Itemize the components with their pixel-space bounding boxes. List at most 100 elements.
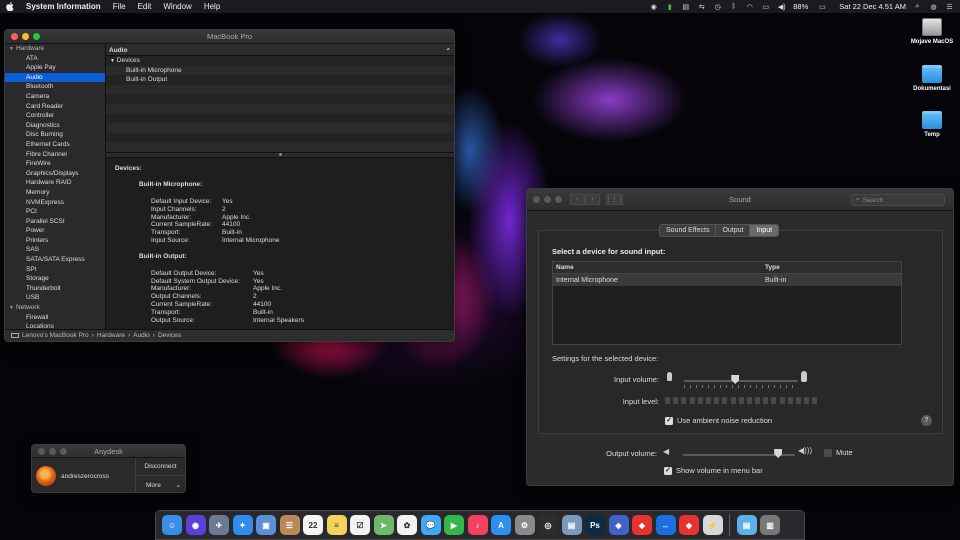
signal-icon[interactable]: ▮ [665,3,674,11]
creative-cloud-icon[interactable]: ◉ [649,3,658,11]
window-titlebar[interactable]: ‹ › ⋮⋮⋮ Sound ⌕ Search [527,189,953,211]
reminders-icon[interactable]: ☑ [350,515,370,535]
app-store-icon[interactable]: A [491,515,511,535]
notification-center-icon[interactable]: ☰ [945,3,954,11]
tab-output[interactable]: Output [716,225,751,236]
airplay-icon[interactable]: ▭ [761,3,770,11]
siri-icon[interactable]: ◉ [185,515,206,535]
sidebar-item[interactable]: Memory [5,188,105,198]
sidebar-item[interactable]: Locations [5,322,105,329]
search-field[interactable]: ⌕ Search [851,194,945,206]
desktop-drive-mojave[interactable]: Mojave MacOS [904,18,960,45]
menu-window[interactable]: Window [163,2,191,11]
menu-extra-icon[interactable]: ▤ [681,3,690,11]
sidebar-item[interactable]: FireWire [5,159,105,169]
close-button[interactable] [11,33,18,40]
photos-icon[interactable]: ✿ [397,515,417,535]
finder-icon[interactable]: ☺ [162,515,182,535]
window-titlebar[interactable]: Anydesk [32,445,185,458]
list-header[interactable]: Audio ⌃ [106,44,454,56]
disconnect-button[interactable]: Disconnect [136,458,185,476]
menu-help[interactable]: Help [204,2,220,11]
path-item[interactable]: Audio [133,332,150,339]
sidebar-item[interactable]: NVMExpress [5,198,105,208]
sidebar-item[interactable]: Controller [5,111,105,121]
user-icon[interactable]: ◍ [929,3,938,11]
minimize-button[interactable] [49,447,56,455]
launchpad-icon[interactable]: ✈ [209,515,229,535]
input-volume-knob[interactable] [731,375,740,384]
facetime-icon[interactable]: ▶ [444,515,464,535]
show-volume-checkbox[interactable]: ✓ Show volume in menu bar [664,466,763,475]
battery-icon[interactable]: ▭ [815,3,829,11]
disclosure-triangle-icon[interactable]: ▼ [110,58,115,64]
desktop-folder-temp[interactable]: Temp [904,111,960,138]
sidebar-item[interactable]: Apple Pay [5,63,105,73]
volume-icon[interactable]: ◀) [777,3,786,11]
contacts-icon[interactable]: ☰ [279,515,300,535]
close-button[interactable] [533,196,540,203]
teamviewer-icon[interactable]: ↔ [655,515,676,535]
back-arrow-icon[interactable]: ‹ [570,194,585,205]
mute-checkbox[interactable]: Mute [824,448,853,457]
menu-clock[interactable]: Sat 22 Dec 4.51 AM [839,2,906,11]
minimize-button[interactable] [22,33,29,40]
show-all-grid-icon[interactable]: ⋮⋮⋮ [606,194,624,205]
apple-menu-icon[interactable] [6,2,14,11]
app-menu[interactable]: System Information [26,2,101,11]
forward-arrow-icon[interactable]: › [585,194,600,205]
list-group-devices[interactable]: ▼ Devices [106,56,454,66]
sidebar-item[interactable]: Printers [5,236,105,246]
sidebar-section-network[interactable]: ▼ Network [5,303,105,313]
checkbox-check-icon[interactable]: ✓ [665,416,673,425]
sidebar-item[interactable]: Storage [5,274,105,284]
disclosure-triangle-icon[interactable]: ▼ [9,304,14,312]
sidebar-item[interactable]: Graphics/Displays [5,169,105,179]
sidebar-item[interactable]: PCI [5,207,105,217]
sidebar-item[interactable]: Thunderbolt [5,284,105,294]
battery-percent[interactable]: 88% [793,2,808,11]
messages-icon[interactable]: 💬 [420,515,441,535]
list-item[interactable]: Built-in Output [106,75,454,85]
table-row[interactable]: Internal Microphone Built-in [553,274,901,286]
sidebar-item[interactable]: Audio [5,72,105,83]
zoom-button[interactable] [33,33,40,40]
tab-sound-effects[interactable]: Sound Effects [660,225,717,236]
notes-icon[interactable]: ≡ [326,515,347,535]
path-item[interactable]: Lenovo's MacBook Pro [22,332,89,339]
safari-icon[interactable]: ✦ [232,515,253,535]
sidebar-item[interactable]: SPI [5,265,105,275]
network-utility-icon[interactable]: ⚡ [702,515,723,535]
checkbox-check-icon[interactable]: ✓ [664,466,672,475]
image-viewer-icon[interactable]: ▤ [561,515,582,535]
list-item[interactable]: Built-in Microphone [106,65,454,76]
sidebar-item[interactable]: Camera [5,92,105,102]
teamviewer-icon[interactable]: ⇆ [697,3,706,11]
wifi-icon[interactable]: ◠ [745,3,754,11]
checkbox-check-icon[interactable] [824,448,832,457]
input-volume-slider[interactable] [684,380,798,382]
zoom-button[interactable] [555,196,562,203]
close-button[interactable] [38,447,45,455]
sidebar-item[interactable]: SATA/SATA Express [5,255,105,265]
desktop-folder-dokumentasi[interactable]: Dokumentasi [904,65,960,92]
help-icon[interactable]: ? [921,415,932,426]
column-name[interactable]: Name [553,264,763,271]
sidebar-item[interactable]: Disc Burning [5,130,105,140]
sidebar-item[interactable]: Fibre Channel [5,150,105,160]
ambient-noise-checkbox[interactable]: ✓ Use ambient noise reduction [665,416,772,425]
window-titlebar[interactable]: MacBook Pro [5,30,454,44]
more-button[interactable]: More ⌄ [136,476,185,492]
sidebar-item[interactable]: USB [5,293,105,303]
sidebar-item[interactable]: Card Reader [5,102,105,112]
time-machine-icon[interactable]: ◷ [713,3,722,11]
sidebar-item[interactable]: Parallel SCSI [5,217,105,227]
column-type[interactable]: Type [763,264,780,271]
preview-icon[interactable]: ▣ [256,515,276,535]
menu-file[interactable]: File [113,2,126,11]
anydesk-2-icon[interactable]: ◆ [679,515,699,535]
sidebar-section-hardware[interactable]: ▼ Hardware [5,44,105,54]
menu-edit[interactable]: Edit [138,2,152,11]
sidebar-item[interactable]: Bluetooth [5,82,105,92]
activity-monitor-icon[interactable]: ◎ [538,515,558,535]
